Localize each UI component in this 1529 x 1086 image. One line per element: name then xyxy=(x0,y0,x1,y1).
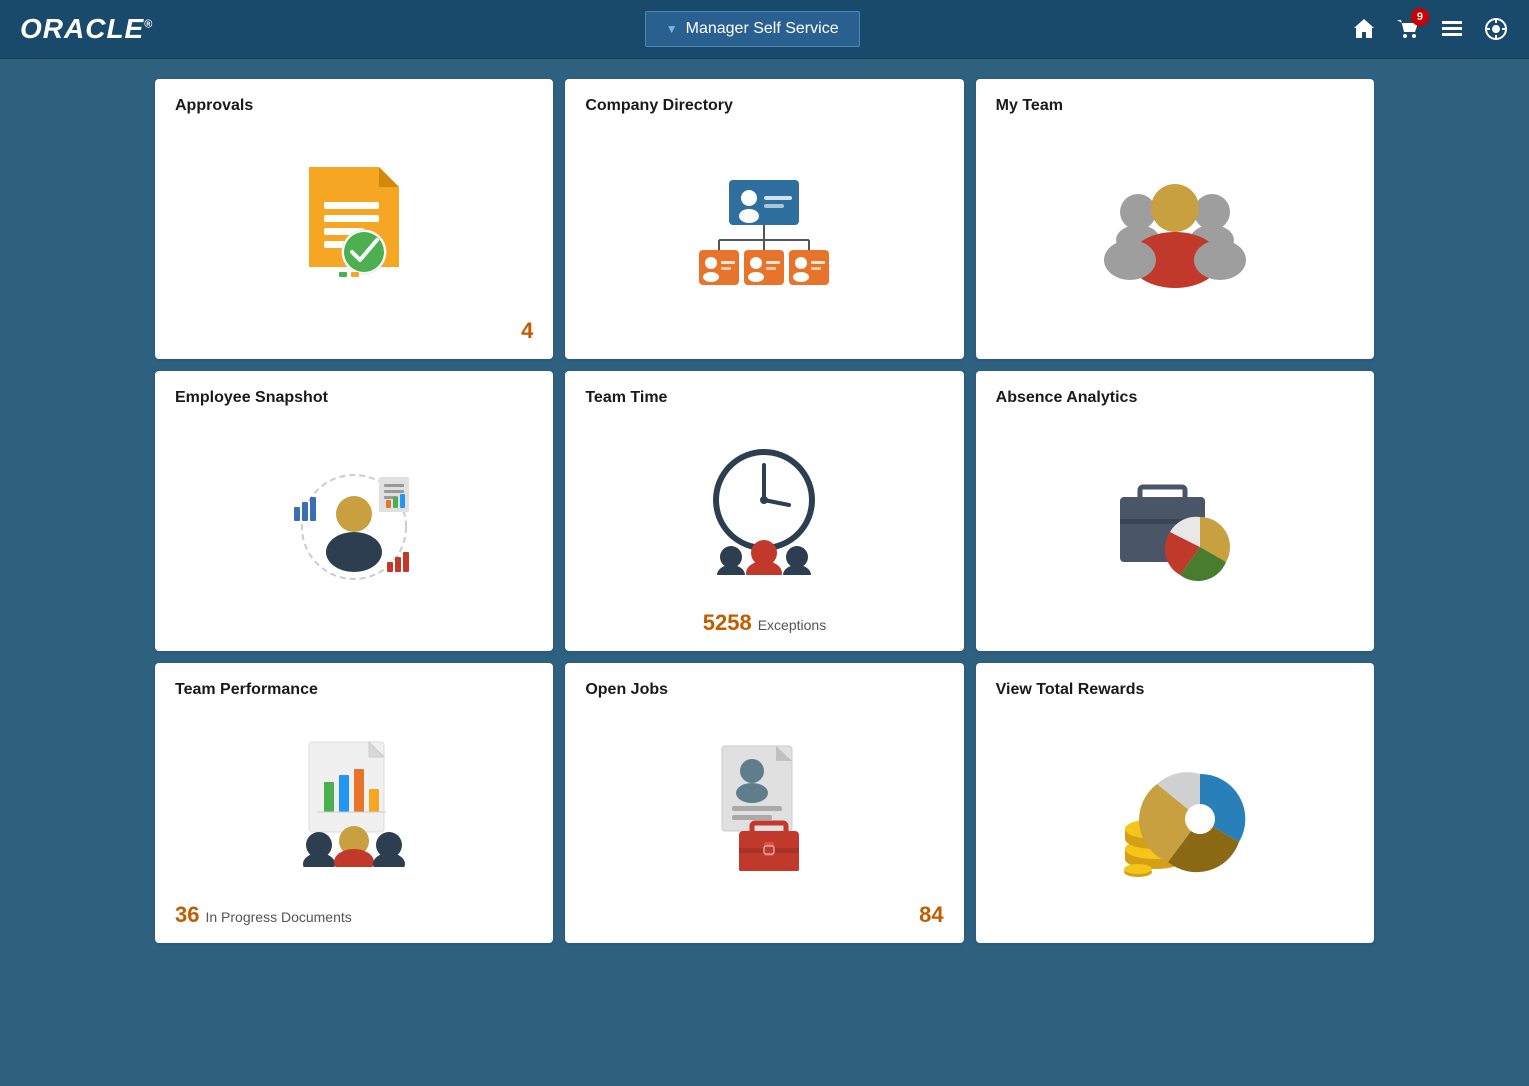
tile-team-time[interactable]: Team Time xyxy=(565,371,963,651)
tiles-grid: Approvals xyxy=(155,79,1374,943)
tile-team-performance[interactable]: Team Performance xyxy=(155,663,553,943)
tile-company-directory-icon-area xyxy=(585,125,943,344)
employee-snapshot-icon xyxy=(279,462,429,592)
open-jobs-icon xyxy=(694,741,834,871)
team-time-count: 5258 xyxy=(703,610,752,636)
tile-company-directory[interactable]: Company Directory xyxy=(565,79,963,359)
tile-approvals-icon-area xyxy=(175,125,533,318)
tile-team-time-title: Team Time xyxy=(585,389,943,407)
module-nav-dropdown[interactable]: ▼ Manager Self Service xyxy=(645,11,860,47)
company-directory-icon xyxy=(694,170,834,300)
tile-my-team-title: My Team xyxy=(996,97,1354,115)
tile-view-total-rewards-title: View Total Rewards xyxy=(996,681,1354,699)
approvals-count: 4 xyxy=(521,318,533,344)
tile-absence-analytics[interactable]: Absence Analytics xyxy=(976,371,1374,651)
team-performance-icon xyxy=(279,737,429,867)
tile-company-directory-title: Company Directory xyxy=(585,97,943,115)
tile-absence-analytics-title: Absence Analytics xyxy=(996,389,1354,407)
header-icon-group: 9 xyxy=(1351,16,1509,42)
tile-team-time-footer: 5258 Exceptions xyxy=(585,610,943,636)
tile-approvals[interactable]: Approvals xyxy=(155,79,553,359)
tile-employee-snapshot-title: Employee Snapshot xyxy=(175,389,533,407)
team-time-icon xyxy=(689,445,839,575)
tile-team-performance-footer: 36 In Progress Documents xyxy=(175,902,533,928)
team-performance-count: 36 xyxy=(175,902,199,928)
view-total-rewards-icon xyxy=(1100,754,1250,884)
absence-analytics-icon xyxy=(1105,467,1245,587)
tile-team-performance-title: Team Performance xyxy=(175,681,533,699)
app-header: ORACLE® ▼ Manager Self Service 9 xyxy=(0,0,1529,59)
cart-badge: 9 xyxy=(1411,8,1429,26)
main-content: Approvals xyxy=(0,59,1529,963)
tile-employee-snapshot[interactable]: Employee Snapshot xyxy=(155,371,553,651)
tile-team-performance-icon-area xyxy=(175,709,533,894)
team-time-label: Exceptions xyxy=(758,617,826,633)
module-nav-label: Manager Self Service xyxy=(686,20,839,38)
trademark-symbol: ® xyxy=(144,19,153,31)
tile-team-time-icon-area xyxy=(585,417,943,602)
my-team-icon xyxy=(1100,170,1250,300)
tile-my-team[interactable]: My Team xyxy=(976,79,1374,359)
tile-my-team-icon-area xyxy=(996,125,1354,344)
home-icon[interactable] xyxy=(1351,16,1377,42)
tile-open-jobs[interactable]: Open Jobs xyxy=(565,663,963,943)
cart-icon[interactable]: 9 xyxy=(1395,16,1421,42)
tile-approvals-title: Approvals xyxy=(175,97,533,115)
tile-open-jobs-icon-area xyxy=(585,709,943,902)
tile-absence-analytics-icon-area xyxy=(996,417,1354,636)
tile-employee-snapshot-icon-area xyxy=(175,417,533,636)
team-performance-label: In Progress Documents xyxy=(205,909,351,925)
compass-icon[interactable] xyxy=(1483,16,1509,42)
open-jobs-count: 84 xyxy=(919,902,943,928)
tile-open-jobs-title: Open Jobs xyxy=(585,681,943,699)
menu-icon[interactable] xyxy=(1439,16,1465,42)
approvals-icon xyxy=(289,157,419,287)
nav-center: ▼ Manager Self Service xyxy=(645,11,860,47)
dropdown-arrow-icon: ▼ xyxy=(666,22,678,36)
oracle-logo: ORACLE® xyxy=(20,13,153,45)
tile-view-total-rewards[interactable]: View Total Rewards xyxy=(976,663,1374,943)
tile-view-total-rewards-icon-area xyxy=(996,709,1354,928)
